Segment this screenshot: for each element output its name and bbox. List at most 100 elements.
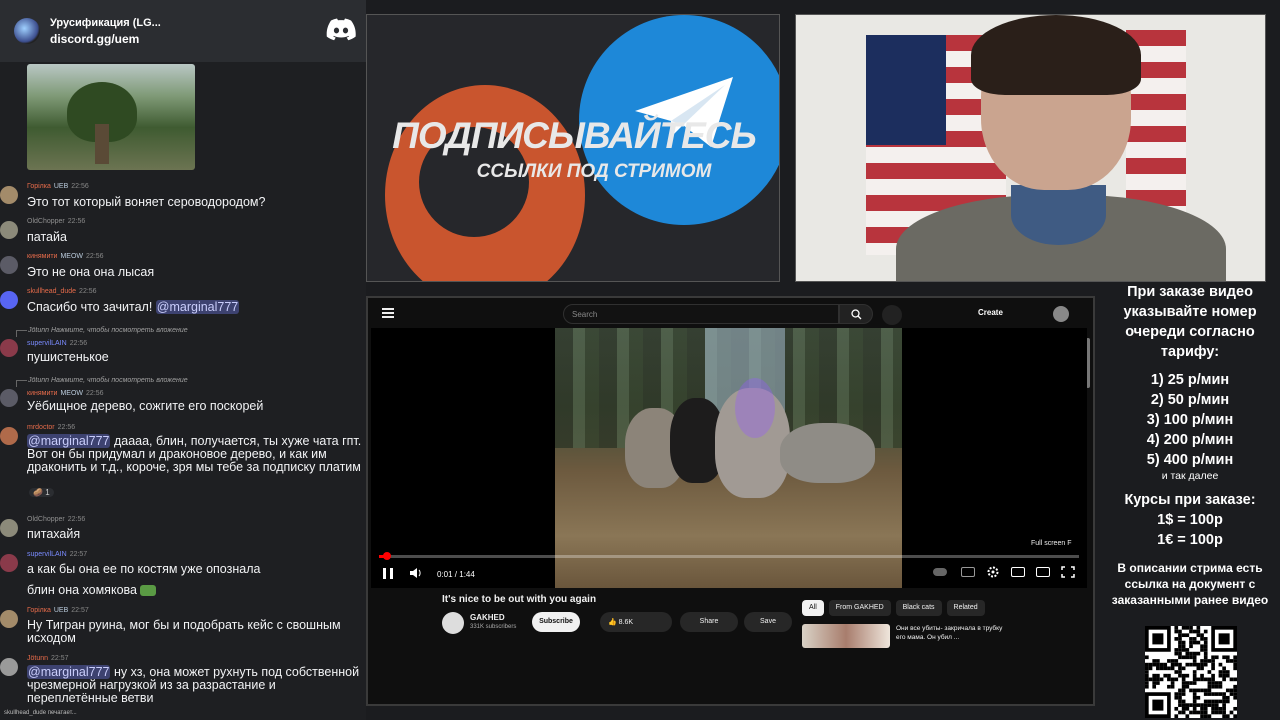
mention[interactable]: @marginal777 bbox=[155, 300, 240, 314]
username[interactable]: Jötunn bbox=[27, 655, 48, 662]
message-text: @marginal777 даааа, блин, получается, ты… bbox=[27, 434, 366, 474]
message-text-part: блин она хомякова bbox=[27, 583, 137, 597]
message-text-part: Спасибо что зачитал! bbox=[27, 300, 156, 314]
timestamp: 22:56 bbox=[86, 253, 104, 260]
promo-subtitle: ССЫЛКИ ПОД СТРИМОМ bbox=[476, 161, 712, 182]
price-tier-4: 4) 200 р/мин bbox=[1146, 432, 1234, 448]
chip-from-channel[interactable]: From GAKHED bbox=[828, 600, 891, 616]
timestamp: 22:56 bbox=[71, 183, 89, 190]
message-text: Это тот который воняет сероводородом? bbox=[27, 195, 266, 209]
typing-indicator: skullhead_dude печатает... bbox=[4, 710, 77, 716]
discord-chat-panel: Урусификация (LG... discord.gg/uem Горіл… bbox=[0, 0, 366, 720]
share-button[interactable]: Share bbox=[680, 612, 738, 632]
like-button[interactable]: 👍 8.6K bbox=[600, 612, 672, 632]
fullscreen-key: F bbox=[1067, 540, 1072, 547]
user-tag: MEOW bbox=[60, 390, 84, 397]
message-text: питахайя bbox=[27, 527, 81, 541]
streamer bbox=[896, 15, 1226, 281]
pause-icon[interactable] bbox=[383, 568, 393, 579]
avatar bbox=[0, 427, 18, 445]
mention[interactable]: @marginal777 bbox=[27, 434, 111, 448]
time-display: 0:01 / 1:44 bbox=[437, 570, 475, 579]
user-tag: MEOW bbox=[60, 253, 84, 260]
username[interactable]: кинямити bbox=[27, 253, 57, 260]
username[interactable]: supervilLAIN bbox=[27, 551, 67, 558]
discord-icon bbox=[326, 18, 356, 41]
avatar bbox=[0, 221, 18, 239]
like-count: 8.6K bbox=[618, 619, 634, 626]
mention[interactable]: @marginal777 bbox=[27, 665, 111, 679]
channel-name[interactable]: GAKHED bbox=[470, 613, 505, 622]
chat-header: Урусификация (LG... discord.gg/uem bbox=[0, 0, 366, 62]
price-tier-5: 5) 400 р/мин bbox=[1146, 452, 1234, 468]
chip-black-cats[interactable]: Black cats bbox=[895, 600, 942, 616]
webcam-view bbox=[795, 14, 1266, 282]
account-avatar[interactable] bbox=[1053, 306, 1069, 322]
username[interactable]: Горілка bbox=[27, 607, 51, 614]
search-input[interactable]: Search bbox=[563, 304, 839, 324]
search-icon bbox=[851, 309, 862, 320]
avatar bbox=[0, 256, 18, 274]
settings-gear-icon[interactable] bbox=[986, 566, 1000, 578]
video-player[interactable]: Full screen F 0:01 / 1:44 bbox=[371, 328, 1087, 588]
username[interactable]: Горілка bbox=[27, 183, 51, 190]
recommended-title[interactable]: Они все убиты- закричала в трубку его ма… bbox=[896, 624, 1006, 642]
save-button[interactable]: Save bbox=[744, 612, 792, 632]
menu-icon[interactable] bbox=[382, 308, 394, 318]
message-text: Ну Тигран руина, мог бы и подобрать кейс… bbox=[27, 618, 341, 645]
server-icon bbox=[14, 18, 40, 44]
price-tier-2: 2) 50 р/мин bbox=[1150, 392, 1230, 408]
mic-icon[interactable] bbox=[882, 305, 902, 325]
create-button[interactable]: Create bbox=[978, 308, 1003, 317]
channel-avatar[interactable] bbox=[442, 612, 464, 634]
volume-icon[interactable] bbox=[409, 567, 423, 579]
theater-mode-icon[interactable] bbox=[1036, 567, 1050, 577]
subtitles-icon[interactable] bbox=[961, 567, 975, 577]
timestamp: 22:56 bbox=[67, 516, 86, 523]
message-text: Спасибо что зачитал! @marginal777 bbox=[27, 300, 366, 314]
fullscreen-icon[interactable] bbox=[1061, 566, 1075, 578]
chip-related[interactable]: Related bbox=[946, 600, 985, 616]
username[interactable]: supervilLAIN bbox=[27, 340, 67, 347]
rates-title: Курсы при заказе: bbox=[1124, 492, 1256, 508]
user-tag: UEB bbox=[53, 607, 69, 614]
server-invite-link[interactable]: discord.gg/uem bbox=[50, 32, 161, 46]
timestamp: 22:57 bbox=[51, 655, 69, 662]
username[interactable]: кинямити bbox=[27, 390, 57, 397]
price-tier-1: 1) 25 р/мин bbox=[1150, 372, 1230, 388]
miniplayer-icon[interactable] bbox=[1011, 567, 1025, 577]
description-note: В описании стрима есть ссылка на докумен… bbox=[1111, 561, 1269, 607]
recommended-video[interactable]: Они все убиты- закричала в трубку его ма… bbox=[802, 624, 1082, 648]
reply-preview[interactable]: Jötunn Нажмите, чтобы посмотреть вложени… bbox=[16, 327, 188, 337]
avatar bbox=[0, 554, 18, 572]
reply-preview[interactable]: Jötunn Нажмите, чтобы посмотреть вложени… bbox=[16, 377, 188, 387]
chat-image-attachment[interactable] bbox=[27, 64, 195, 170]
user-tag: UEB bbox=[53, 183, 69, 190]
reaction-badge[interactable]: 🥔 1 bbox=[29, 488, 54, 497]
avatar bbox=[0, 519, 18, 537]
avatar bbox=[0, 389, 18, 407]
fullscreen-tooltip: Full screen F bbox=[1031, 540, 1071, 547]
recommended-thumbnail[interactable] bbox=[802, 624, 890, 648]
autoplay-toggle[interactable] bbox=[933, 568, 947, 576]
subscribe-button[interactable]: Subscribe bbox=[532, 612, 580, 632]
avatar bbox=[0, 291, 18, 309]
promo-banner: ПОДПИСЫВАЙТЕСЬ ССЫЛКИ ПОД СТРИМОМ bbox=[366, 14, 780, 282]
youtube-window: Search Create Full screen F 0:01 / 1:44 bbox=[366, 296, 1095, 706]
thumbs-up-icon: 👍 bbox=[608, 619, 617, 626]
avatar bbox=[0, 658, 18, 676]
username[interactable]: OldChopper bbox=[27, 218, 65, 225]
timestamp: 22:56 bbox=[86, 390, 104, 397]
progress-scrubber[interactable] bbox=[383, 552, 391, 560]
progress-bar[interactable] bbox=[379, 552, 1079, 560]
qr-code[interactable] bbox=[1145, 626, 1237, 718]
chip-all[interactable]: All bbox=[802, 600, 824, 616]
avatar bbox=[0, 186, 18, 204]
search-button[interactable] bbox=[839, 304, 873, 324]
timestamp: 22:56 bbox=[57, 424, 76, 431]
username[interactable]: skullhead_dude bbox=[27, 288, 76, 295]
username[interactable]: OldChopper bbox=[27, 516, 65, 523]
username[interactable]: mrdoctor bbox=[27, 424, 55, 431]
rate-usd: 1$ = 100р bbox=[1157, 512, 1223, 528]
timestamp: 22:56 bbox=[79, 288, 97, 295]
